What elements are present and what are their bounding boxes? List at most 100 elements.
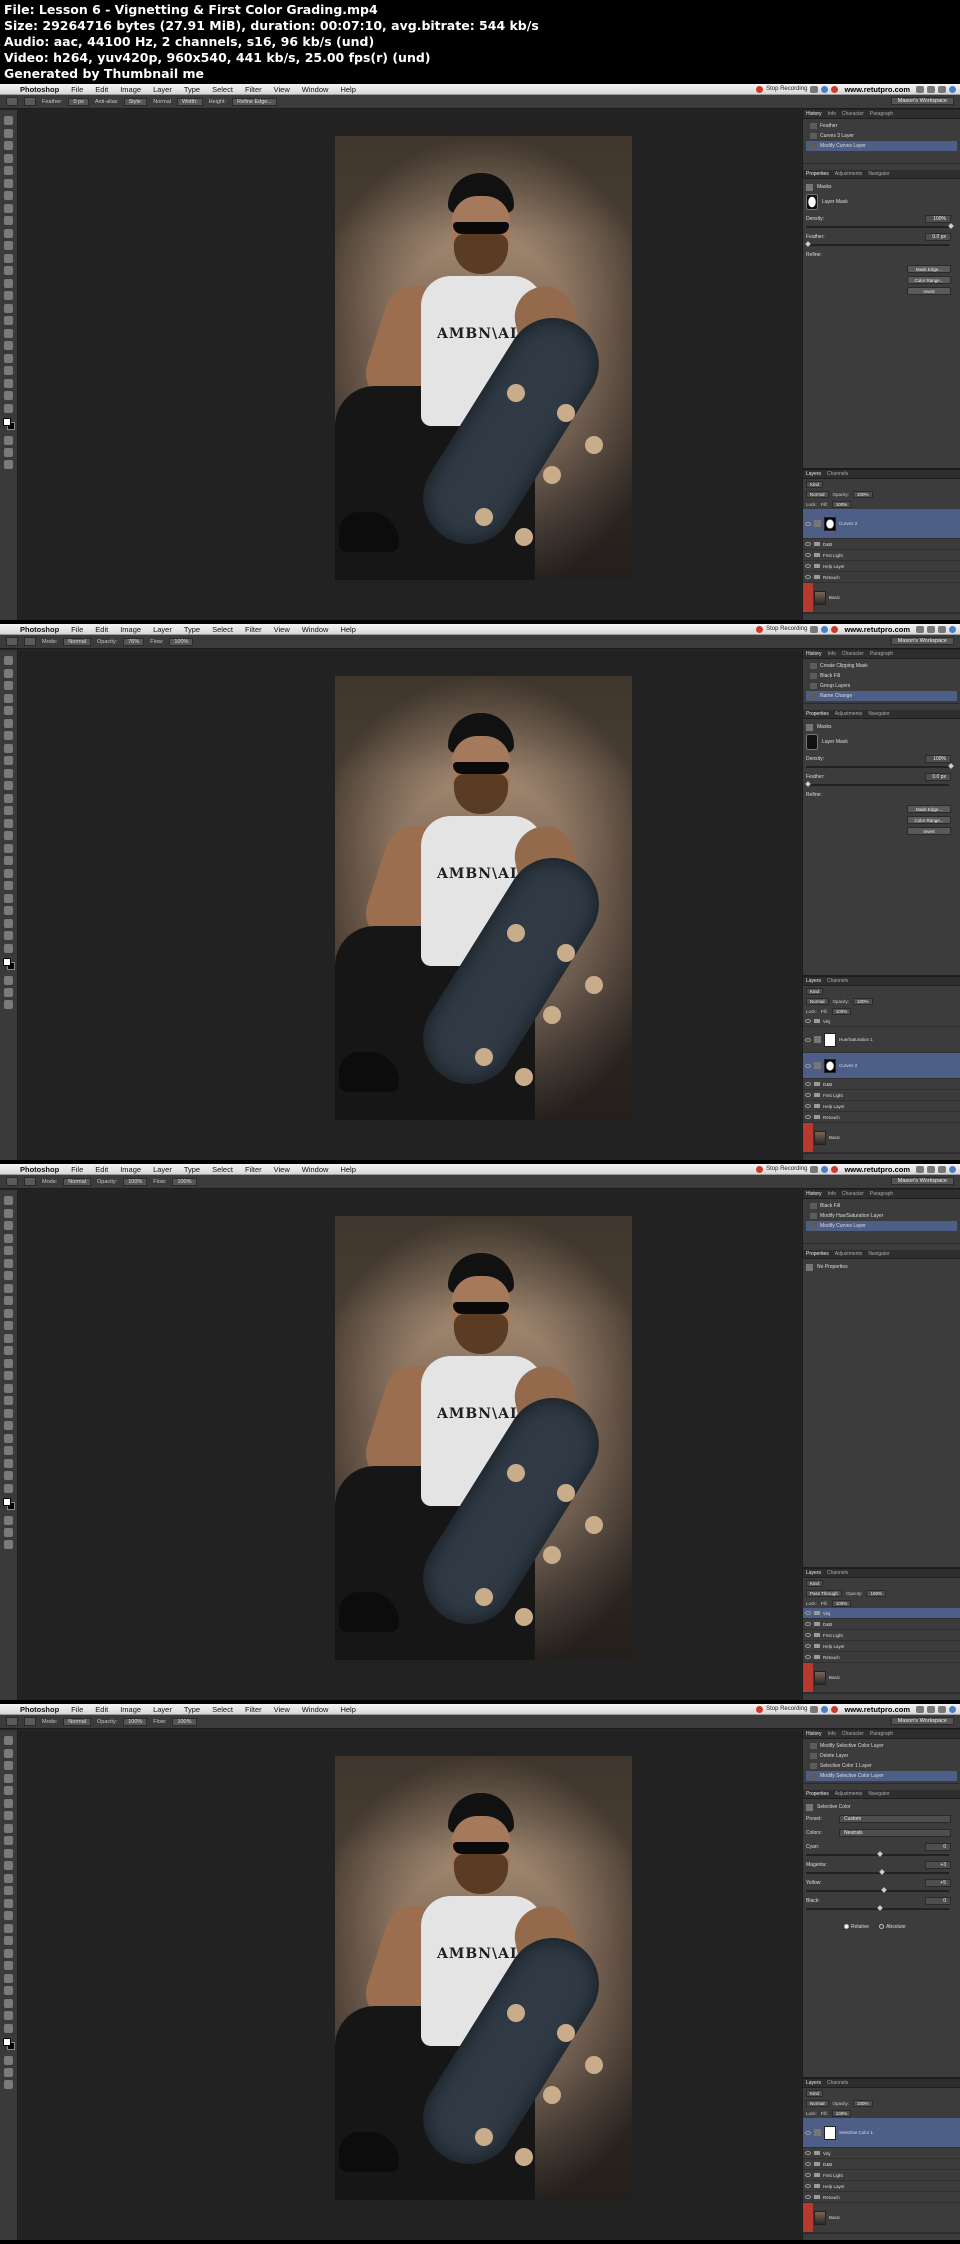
menu-item[interactable]: Filter: [239, 1705, 268, 1714]
menu-item[interactable]: View: [268, 85, 296, 94]
slider-knob[interactable]: [876, 1851, 883, 1857]
tool-icon[interactable]: [4, 718, 13, 728]
layer-row[interactable]: First Light: [803, 1090, 960, 1101]
tool-icon[interactable]: [4, 806, 13, 815]
color-slider-value[interactable]: 0: [925, 1897, 951, 1905]
tool-icon[interactable]: [4, 1823, 13, 1833]
workspace-switcher[interactable]: Mason's Workspace: [890, 1717, 954, 1725]
menu-item[interactable]: Help: [334, 1705, 361, 1714]
tool-icon[interactable]: [4, 1961, 13, 1970]
menu-item[interactable]: Layer: [147, 85, 178, 94]
tool-icon[interactable]: [4, 906, 13, 915]
layer-mask-thumbnail-icon[interactable]: [806, 734, 818, 750]
screen-mode-icon[interactable]: [4, 436, 13, 445]
tool-icon[interactable]: [4, 1408, 13, 1418]
fill-field[interactable]: 100%: [831, 500, 852, 508]
tool-icon[interactable]: [4, 1483, 13, 1493]
tool-icon[interactable]: [4, 166, 13, 175]
radio-button[interactable]: [844, 1924, 849, 1930]
mask-button[interactable]: Color Range...: [907, 816, 951, 824]
history-state[interactable]: Black Fill: [806, 671, 957, 681]
panel-tab[interactable]: Paragraph: [870, 111, 893, 117]
foreground-color-swatch[interactable]: [3, 418, 11, 426]
history-state[interactable]: Black Fill: [806, 1201, 957, 1211]
option-value[interactable]: 76%: [123, 637, 145, 646]
menu-item[interactable]: Image: [114, 1705, 147, 1714]
tool-icon[interactable]: [4, 2011, 13, 2020]
tool-option-icon[interactable]: [24, 637, 36, 646]
tool-icon[interactable]: [4, 1346, 13, 1355]
panel-tab[interactable]: Properties: [806, 711, 829, 717]
menu-item[interactable]: Layer: [147, 625, 178, 634]
tool-icon[interactable]: [4, 1196, 13, 1205]
visibility-eye-icon[interactable]: [805, 1093, 811, 1097]
tool-icon[interactable]: [4, 781, 13, 790]
tool-icon[interactable]: [4, 253, 13, 263]
menu-item[interactable]: Layer: [147, 1705, 178, 1714]
document-canvas[interactable]: AMBN\AL: [19, 1190, 801, 1700]
tool-icon[interactable]: [4, 1258, 13, 1268]
tool-icon[interactable]: [4, 1811, 13, 1820]
tool-icon[interactable]: [4, 1748, 13, 1758]
tool-icon[interactable]: [4, 366, 13, 375]
tool-icon[interactable]: [4, 868, 13, 878]
history-state[interactable]: Modify Curves Layer: [806, 141, 957, 151]
panel-tab[interactable]: Info: [828, 1731, 836, 1737]
visibility-eye-icon[interactable]: [805, 2162, 811, 2166]
tool-icon[interactable]: [4, 1396, 13, 1405]
stop-recording-label[interactable]: Stop Recording: [766, 86, 807, 92]
feather-value[interactable]: 0.0 px: [925, 773, 951, 781]
menu-item[interactable]: Help: [334, 85, 361, 94]
tool-icon[interactable]: [4, 216, 13, 225]
layer-row[interactable]: Curves 3: [803, 509, 960, 539]
mask-button[interactable]: Color Range...: [907, 276, 951, 284]
layer-thumbnail[interactable]: [814, 2210, 826, 2225]
panel-tab[interactable]: Channels: [827, 1570, 848, 1576]
screen-mode-icon[interactable]: [4, 988, 13, 997]
option-value[interactable]: 100%: [169, 637, 194, 646]
screen-mode-icon[interactable]: [4, 1540, 13, 1549]
menu-item[interactable]: Select: [206, 625, 239, 634]
tool-icon[interactable]: [4, 403, 13, 413]
layer-row[interactable]: D&B: [803, 1619, 960, 1630]
opacity-field[interactable]: 100%: [853, 490, 873, 498]
tool-icon[interactable]: [4, 1458, 13, 1468]
fill-field[interactable]: 100%: [831, 1599, 852, 1607]
tool-preset-icon[interactable]: [6, 97, 18, 106]
layer-row[interactable]: Retouch: [803, 572, 960, 583]
option-value[interactable]: Normal: [63, 1717, 92, 1726]
menu-item[interactable]: View: [268, 1165, 296, 1174]
tool-icon[interactable]: [4, 1886, 13, 1895]
tool-icon[interactable]: [4, 1421, 13, 1430]
layer-row[interactable]: Help Layer: [803, 1101, 960, 1112]
tool-icon[interactable]: [4, 291, 13, 300]
tool-icon[interactable]: [4, 943, 13, 953]
visibility-eye-icon[interactable]: [805, 1082, 811, 1086]
tool-icon[interactable]: [4, 1973, 13, 1983]
history-state[interactable]: Feather: [806, 121, 957, 131]
layer-row[interactable]: Vinj: [803, 1608, 960, 1619]
density-value[interactable]: 100%: [925, 215, 951, 223]
color-slider[interactable]: [806, 1869, 949, 1875]
history-state[interactable]: Create Clipping Mask: [806, 661, 957, 671]
tool-icon[interactable]: [4, 843, 13, 853]
mask-button[interactable]: Mask Edge...: [907, 805, 951, 813]
tool-icon[interactable]: [4, 656, 13, 665]
layer-row[interactable]: Retouch: [803, 2192, 960, 2203]
tool-icon[interactable]: [4, 881, 13, 890]
option-value[interactable]: Normal: [63, 1177, 92, 1186]
tool-icon[interactable]: [4, 353, 13, 363]
tool-icon[interactable]: [4, 1308, 13, 1318]
blend-mode-select[interactable]: Normal: [806, 997, 829, 1005]
layer-row[interactable]: Help Layer: [803, 1641, 960, 1652]
tool-icon[interactable]: [4, 128, 13, 138]
menu-item[interactable]: File: [65, 1705, 89, 1714]
tool-icon[interactable]: [4, 1761, 13, 1770]
slider-knob[interactable]: [876, 1905, 883, 1911]
tool-icon[interactable]: [4, 1911, 13, 1920]
color-slider[interactable]: [806, 1905, 949, 1911]
menu-item[interactable]: Edit: [89, 625, 114, 634]
screen-mode-icon[interactable]: [4, 448, 13, 457]
opacity-field[interactable]: 100%: [853, 997, 873, 1005]
blend-mode-select[interactable]: Normal: [806, 2099, 829, 2107]
